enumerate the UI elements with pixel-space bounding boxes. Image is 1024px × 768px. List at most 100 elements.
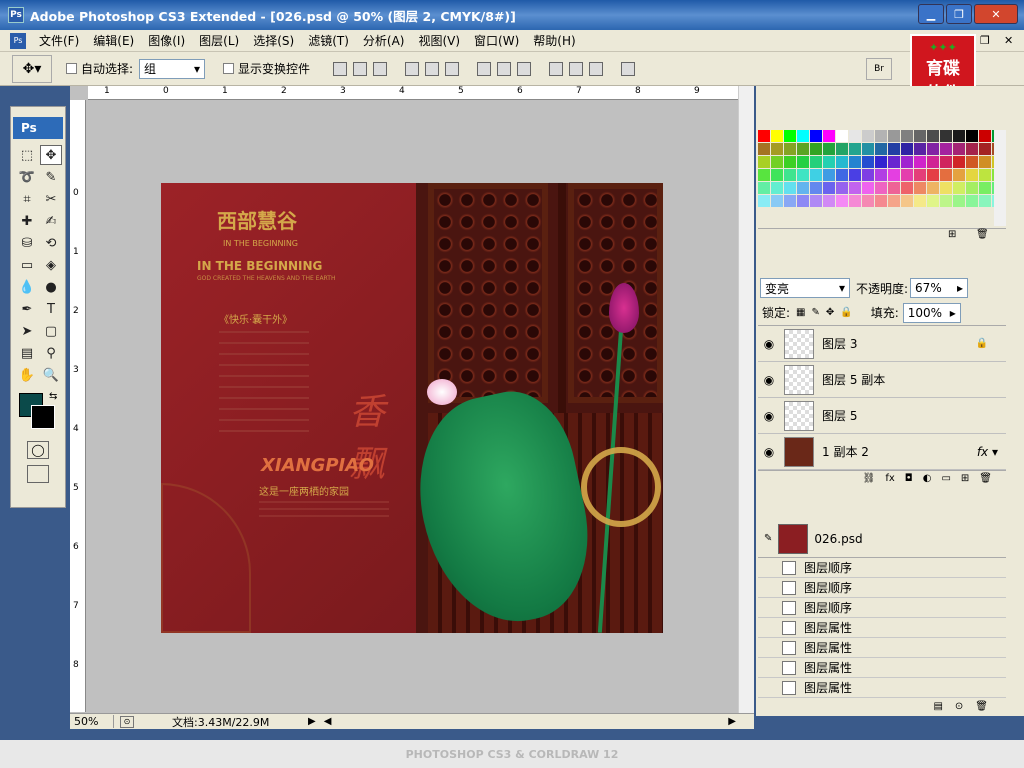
status-menu-arrow-icon[interactable]: ▶ [308,716,316,727]
history-item[interactable]: 图层属性 [758,638,1006,658]
auto-align-icon[interactable] [621,61,636,76]
eyedropper-tool-icon[interactable]: ⚲ [40,343,62,363]
bridge-icon[interactable]: Br [866,58,892,80]
opacity-input[interactable]: 67% ▸ [910,278,969,298]
paint-bucket-icon[interactable]: ◈ [40,255,62,275]
color-swatch[interactable] [758,169,770,181]
color-swatch[interactable] [797,195,809,207]
link-layers-icon[interactable]: ⛓ [863,473,876,484]
color-swatch[interactable] [927,156,939,168]
menu-view[interactable]: 视图(V) [411,32,467,49]
color-swatch[interactable] [940,182,952,194]
marquee-tool-icon[interactable]: ⬚ [16,145,38,165]
color-swatch[interactable] [836,130,848,142]
menu-window[interactable]: 窗口(W) [467,32,526,49]
color-swatch[interactable] [797,143,809,155]
history-item[interactable]: 图层属性 [758,658,1006,678]
screen-mode-icon[interactable] [27,465,49,483]
menu-file[interactable]: 文件(F) [32,32,86,49]
color-swatch[interactable] [979,195,991,207]
color-swatch[interactable] [875,182,887,194]
quick-mask-icon[interactable]: ◯ [27,441,49,459]
distribute-right-icon[interactable] [589,61,604,76]
color-swatch[interactable] [836,182,848,194]
align-right-icon[interactable] [445,61,460,76]
type-tool-icon[interactable]: T [40,299,62,319]
color-swatch[interactable] [823,195,835,207]
color-swatch[interactable] [966,130,978,142]
color-swatch[interactable] [784,143,796,155]
status-options-icon[interactable]: ⊙ [120,715,134,728]
color-swatch[interactable] [823,156,835,168]
snapshot-name[interactable]: 026.psd [814,532,862,546]
color-swatch[interactable] [888,169,900,181]
color-swatch[interactable] [901,182,913,194]
color-swatch[interactable] [914,130,926,142]
new-document-from-state-icon[interactable]: ▤ [933,701,942,712]
color-swatch[interactable] [771,156,783,168]
color-swatch[interactable] [953,195,965,207]
eye-icon[interactable]: ◉ [758,445,780,459]
notes-tool-icon[interactable]: ▤ [16,343,38,363]
maximize-button[interactable]: ❐ [946,4,972,24]
color-swatch[interactable] [940,169,952,181]
color-swatch[interactable] [849,143,861,155]
distribute-hcenter-icon[interactable] [569,61,584,76]
align-vcenter-icon[interactable] [353,61,368,76]
color-swatch[interactable] [784,195,796,207]
color-swatch[interactable] [927,169,939,181]
path-select-icon[interactable]: ➤ [16,321,38,341]
color-swatch[interactable] [758,143,770,155]
new-layer-icon[interactable]: ⊞ [961,473,969,484]
color-swatch[interactable] [901,195,913,207]
color-swatch[interactable] [875,169,887,181]
color-swatch[interactable] [758,182,770,194]
healing-brush-icon[interactable]: ✚ [16,211,38,231]
layer-row[interactable]: ◉ 图层 5 [758,398,1006,434]
doc-close-icon[interactable]: ✕ [1004,34,1013,47]
adjustment-layer-icon[interactable]: ◐ [923,473,932,484]
move-tool-preset-icon[interactable]: ✥▾ [12,54,52,83]
fill-input[interactable]: 100% ▸ [902,302,961,323]
color-swatch[interactable] [836,156,848,168]
color-swatch[interactable] [966,195,978,207]
move-tool-icon[interactable]: ✥ [40,145,62,165]
color-swatch[interactable] [927,143,939,155]
eye-icon[interactable]: ◉ [758,373,780,387]
color-swatch[interactable] [810,156,822,168]
color-swatch[interactable] [979,130,991,142]
distribute-vcenter-icon[interactable] [497,61,512,76]
zoom-level[interactable]: 50% [70,715,114,728]
zoom-tool-icon[interactable]: 🔍 [40,365,62,385]
history-item[interactable]: 图层顺序 [758,578,1006,598]
color-swatch[interactable] [823,130,835,142]
color-swatch[interactable] [966,143,978,155]
slice-tool-icon[interactable]: ✂ [40,189,62,209]
color-swatch[interactable] [979,169,991,181]
color-swatch[interactable] [901,169,913,181]
history-item[interactable]: 图层属性 [758,678,1006,698]
color-swatch[interactable] [927,182,939,194]
color-swatch[interactable] [797,156,809,168]
color-swatch[interactable] [810,143,822,155]
color-swatch[interactable] [810,169,822,181]
color-swatch[interactable] [784,169,796,181]
lock-position-icon[interactable]: ✥ [826,307,834,318]
menu-image[interactable]: 图像(I) [141,32,192,49]
menu-edit[interactable]: 编辑(E) [86,32,141,49]
color-swatch[interactable] [849,156,861,168]
color-swatch[interactable] [823,143,835,155]
layer-row[interactable]: ◉ 1 副本 2 fx ▾ [758,434,1006,470]
color-swatch[interactable] [940,130,952,142]
color-swatch[interactable] [849,182,861,194]
align-bottom-icon[interactable] [373,61,388,76]
magic-wand-tool-icon[interactable]: ✎ [40,167,62,187]
menu-analysis[interactable]: 分析(A) [356,32,412,49]
layer-row[interactable]: ◉ 图层 3 🔒 [758,326,1006,362]
color-swatch[interactable] [797,169,809,181]
color-swatch[interactable] [888,130,900,142]
clone-stamp-icon[interactable]: ⛁ [16,233,38,253]
color-swatch[interactable] [875,130,887,142]
color-swatch[interactable] [966,156,978,168]
blend-mode-dropdown[interactable]: 变亮 ▾ [760,278,850,298]
